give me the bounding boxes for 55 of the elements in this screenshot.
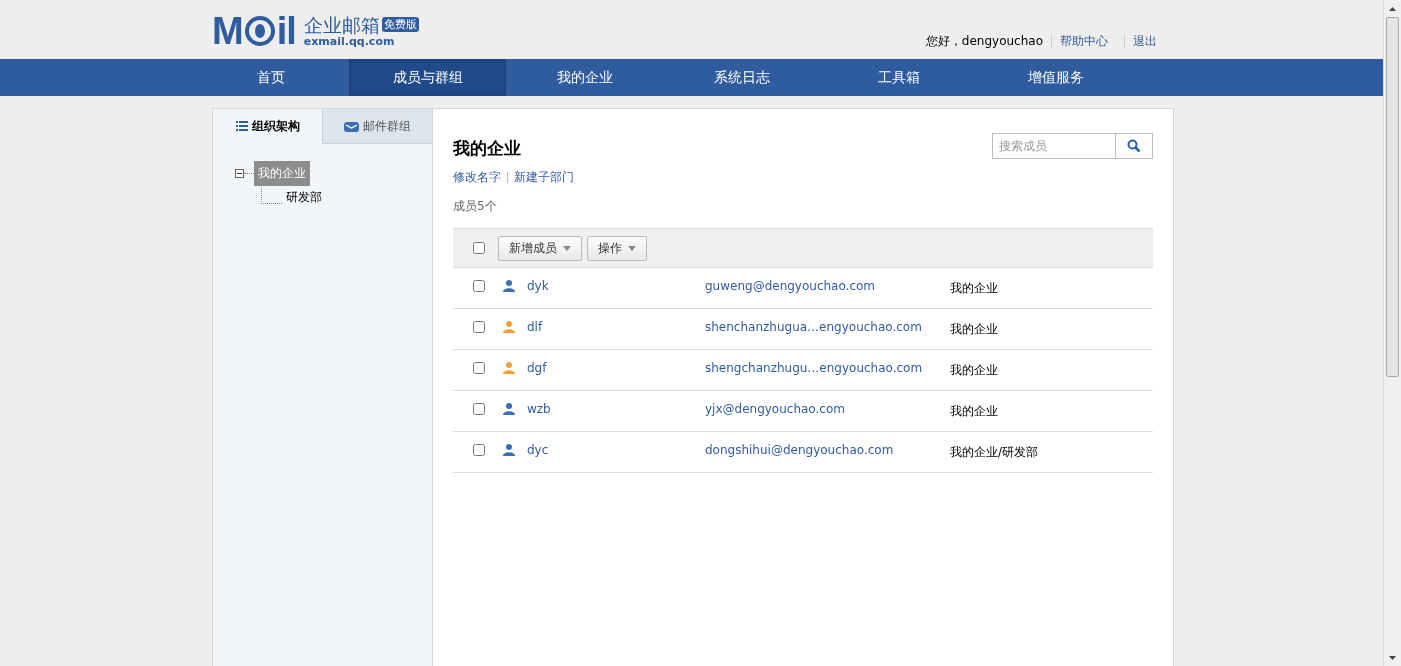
action-link[interactable]: 新建子部门 xyxy=(514,169,574,186)
department-title: 我的企业 xyxy=(453,137,521,160)
sidebar-tab[interactable]: 邮件群组 xyxy=(322,109,432,144)
caret-icon xyxy=(628,245,636,251)
logo-name: 企业邮箱 xyxy=(303,14,380,35)
member-name[interactable]: wzb xyxy=(527,402,705,416)
minus-icon xyxy=(237,170,242,176)
action-link[interactable]: 修改名字 xyxy=(453,169,501,186)
nav-tab[interactable]: 增值服务 xyxy=(977,59,1134,96)
member-email[interactable]: shengchanzhugu…engyouchao.com xyxy=(705,361,950,375)
nav-tab[interactable]: 系统日志 xyxy=(663,59,820,96)
envelope-icon xyxy=(344,120,359,132)
scrollbar[interactable] xyxy=(1383,0,1401,666)
nav-tab[interactable]: 首页 xyxy=(192,59,349,96)
member-name[interactable]: dyc xyxy=(527,443,705,457)
up-arrow-icon[interactable] xyxy=(1389,6,1396,11)
greeting-text: 您好，dengyouchao xyxy=(925,33,1043,50)
select-all-checkbox[interactable] xyxy=(473,242,485,254)
logo-domain: exmail.qq.com xyxy=(303,34,396,48)
row-checkbox[interactable] xyxy=(473,444,485,456)
list-icon xyxy=(235,121,248,131)
nav-tab[interactable]: 成员与群组 xyxy=(349,59,506,96)
member-department: 我的企业/研发部 xyxy=(950,443,1039,461)
member-department: 我的企业 xyxy=(950,279,998,297)
member-email[interactable]: guweng@dengyouchao.com xyxy=(705,279,950,293)
nav-tab[interactable]: 我的企业 xyxy=(506,59,663,96)
down-arrow-icon[interactable] xyxy=(1389,655,1396,660)
search-icon xyxy=(1127,139,1141,153)
header-link[interactable]: 帮助中心 xyxy=(1051,35,1116,48)
member-email[interactable]: yjx@dengyouchao.com xyxy=(705,402,950,416)
member-name[interactable]: dlf xyxy=(527,320,705,334)
member-department: 我的企业 xyxy=(950,361,998,379)
member-name[interactable]: dgf xyxy=(527,361,705,375)
member-department: 我的企业 xyxy=(950,320,998,338)
caret-icon xyxy=(563,245,571,251)
row-checkbox[interactable] xyxy=(473,321,485,333)
collapse-toggle[interactable] xyxy=(235,168,244,178)
member-count: 成员5个 xyxy=(453,198,498,215)
member-name[interactable]: dyk xyxy=(527,279,705,293)
logo-mark: M xyxy=(212,12,243,50)
header-link[interactable]: 退出 xyxy=(1124,35,1165,48)
search-field[interactable]: 搜索成员 xyxy=(992,133,1116,159)
nav-tab[interactable]: 工具箱 xyxy=(820,59,977,96)
tree-node[interactable]: 研发部 xyxy=(282,185,326,210)
edition-badge: 免费版 xyxy=(381,16,419,32)
row-checkbox[interactable] xyxy=(473,403,485,415)
row-checkbox[interactable] xyxy=(473,362,485,374)
member-email[interactable]: shenchanzhugua…engyouchao.com xyxy=(705,320,950,334)
dropdown-button[interactable]: 新增成员 xyxy=(498,235,582,261)
search-button[interactable] xyxy=(1116,133,1153,159)
logo-mark: il xyxy=(276,12,296,50)
dropdown-button[interactable]: 操作 xyxy=(587,235,647,261)
member-department: 我的企业 xyxy=(950,402,998,420)
member-email[interactable]: dongshihui@dengyouchao.com xyxy=(705,443,950,457)
row-checkbox[interactable] xyxy=(473,280,485,292)
